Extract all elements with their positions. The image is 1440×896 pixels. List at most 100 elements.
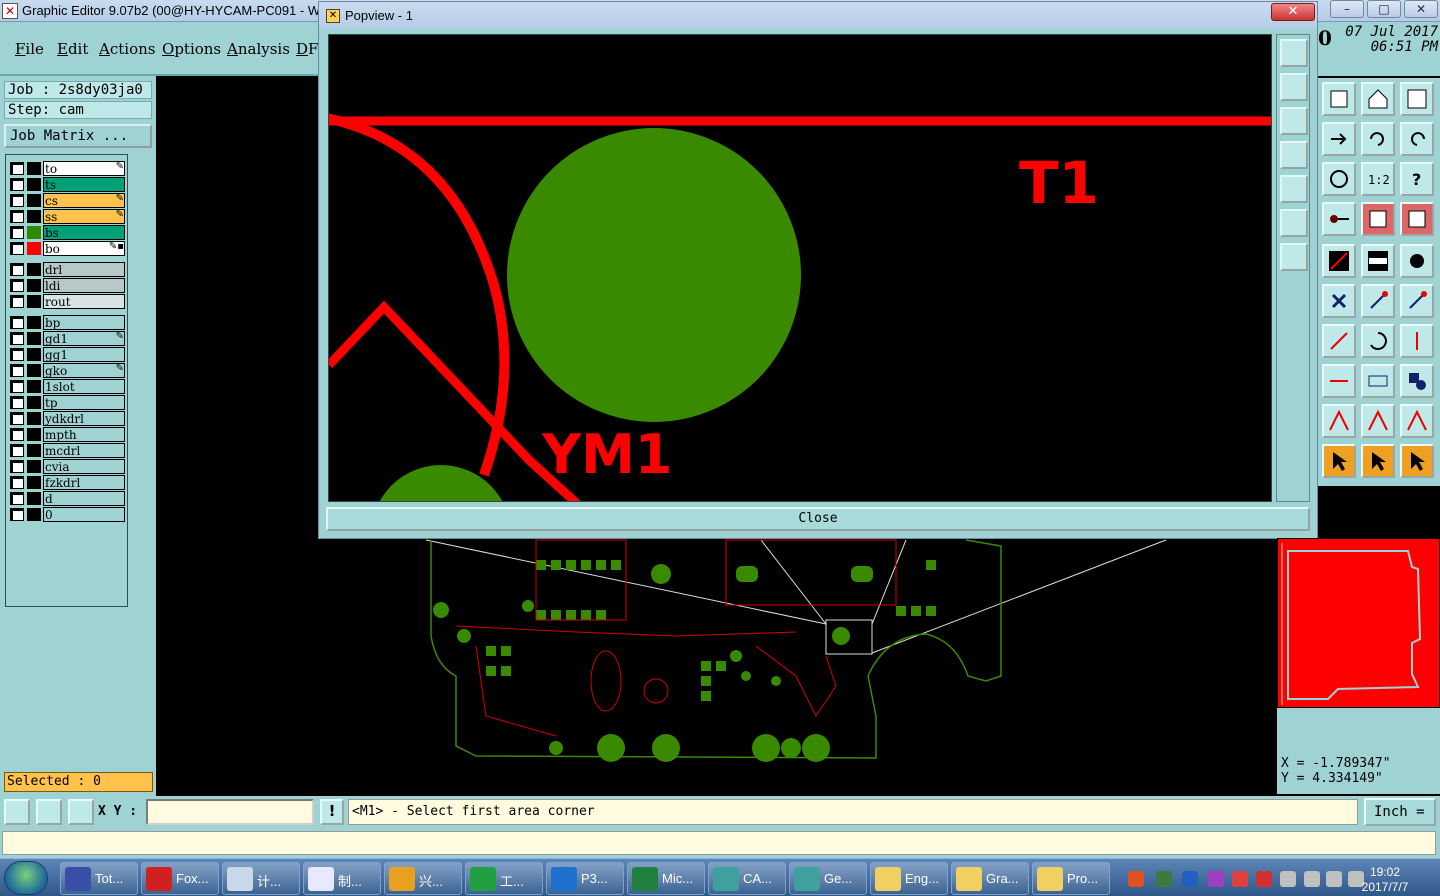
layer-row[interactable]: d [8,491,126,506]
taskbar-task[interactable]: Pro... [1032,862,1110,895]
layer-checkbox[interactable] [10,396,24,409]
layer-name[interactable]: gd1 [43,331,125,346]
pan-icon[interactable] [1322,162,1356,196]
layer-row[interactable]: gko ✎ [8,363,126,378]
text-a-alt-icon[interactable] [1361,404,1395,438]
layer-color-swatch[interactable] [27,242,41,255]
layer-checkbox[interactable] [10,348,24,361]
popview-pan-up-button[interactable] [1280,73,1308,101]
popview-zoom-out-button[interactable] [1280,243,1308,271]
copy-icon[interactable] [1400,284,1434,318]
layer-row[interactable]: cvia [8,459,126,474]
layer-color-swatch[interactable] [27,364,41,377]
maximize-button[interactable]: □ [1367,0,1401,18]
layer-name[interactable]: fzkdrl [43,475,125,490]
taskbar-task[interactable]: Gra... [951,862,1029,895]
layer-checkbox[interactable] [10,332,24,345]
menu-analysis[interactable]: Analysis [227,40,290,58]
layer-name[interactable]: gko [43,363,125,378]
tray-app-icon[interactable] [1280,871,1296,887]
layer-color-swatch[interactable] [27,428,41,441]
redo-icon[interactable] [1400,122,1434,156]
layer-color-swatch[interactable] [27,412,41,425]
menu-edit[interactable]: Edit [57,40,88,58]
popview-viewport[interactable]: T1 YM1 [328,34,1272,502]
layer-name[interactable]: ss [43,209,125,224]
layer-color-swatch[interactable] [27,316,41,329]
layer-name[interactable]: bp [43,315,125,330]
tray-app-icon[interactable] [1156,871,1172,887]
layer-row[interactable]: bs [8,225,126,240]
ruler-icon[interactable] [1361,244,1395,278]
layer-name[interactable]: 0 [43,507,125,522]
layer-name[interactable]: bs [43,225,125,240]
layer-name[interactable]: drl [43,262,125,277]
popview-close-x-button[interactable]: ✕ [1271,3,1315,21]
text-a-edit-icon[interactable] [1400,404,1434,438]
layer-checkbox[interactable] [10,178,24,191]
grid-icon[interactable] [68,799,94,825]
layer-checkbox[interactable] [10,428,24,441]
scale-1-2-icon[interactable]: 1:2 [1361,162,1395,196]
layer-name[interactable]: tp [43,395,125,410]
layer-name[interactable]: d [43,491,125,506]
layer-color-swatch[interactable] [27,396,41,409]
menu-file[interactable]: File [15,40,44,58]
layer-checkbox[interactable] [10,492,24,505]
popview-pan-left-button[interactable] [1280,141,1308,169]
layer-row[interactable]: ldi [8,278,126,293]
draw-line-icon[interactable] [1322,244,1356,278]
message-field[interactable] [2,831,1436,855]
select-net-icon[interactable] [1400,444,1434,478]
layer-row[interactable]: drl [8,262,126,277]
layer-color-swatch[interactable] [27,492,41,505]
layer-row[interactable]: mpth [8,427,126,442]
taskbar-task[interactable]: 计... [222,862,300,895]
delete-icon[interactable] [1322,284,1356,318]
layer-color-swatch[interactable] [27,508,41,521]
layer-checkbox[interactable] [10,380,24,393]
layer-name[interactable]: rout [43,294,125,309]
menu-options[interactable]: Options [162,40,221,58]
xy-input[interactable] [146,799,314,825]
layer-row[interactable]: cs ✎ [8,193,126,208]
select-area-icon[interactable] [1361,444,1395,478]
taskbar-task[interactable]: Tot... [60,862,138,895]
layer-checkbox[interactable] [10,263,24,276]
pad-icon[interactable] [1400,244,1434,278]
layer-row[interactable]: 0 [8,507,126,522]
layer-checkbox[interactable] [10,194,24,207]
popview-close-button[interactable]: Close [326,507,1310,531]
layer-row[interactable]: rout [8,294,126,309]
exit-icon[interactable] [1322,122,1356,156]
start-button[interactable] [4,861,48,895]
edit-line-icon[interactable] [1322,324,1356,358]
tray-app-icon[interactable] [1208,871,1224,887]
probe-icon[interactable] [1322,202,1356,236]
layer-color-swatch[interactable] [27,348,41,361]
close-window-button[interactable]: ✕ [1404,0,1438,18]
unit-selector[interactable]: Inch = [1364,798,1436,826]
popview-pan-right-button[interactable] [1280,175,1308,203]
layer-checkbox[interactable] [10,210,24,223]
tray-app-icon[interactable] [1256,871,1272,887]
layer-checkbox[interactable] [10,162,24,175]
layer-name[interactable]: ydkdrl [43,411,125,426]
layer-color-swatch[interactable] [27,460,41,473]
layer-color-swatch[interactable] [27,194,41,207]
overview-map[interactable] [1277,538,1440,708]
layer-checkbox[interactable] [10,279,24,292]
home-icon[interactable] [1361,82,1395,116]
taskbar-clock[interactable]: 19:02 2017/7/7 [1352,865,1418,895]
taskbar-task[interactable]: CA... [708,862,786,895]
layer-color-swatch[interactable] [27,226,41,239]
zoom-reset-icon[interactable] [36,799,62,825]
taskbar-task[interactable]: 制... [303,862,381,895]
save-icon[interactable] [1322,82,1356,116]
popview-zoom-in-button[interactable] [1280,209,1308,237]
zoom-area-icon[interactable] [4,799,30,825]
layer-name[interactable]: to [43,161,125,176]
layer-checkbox[interactable] [10,316,24,329]
select-icon[interactable] [1322,444,1356,478]
window-icon[interactable] [1400,82,1434,116]
